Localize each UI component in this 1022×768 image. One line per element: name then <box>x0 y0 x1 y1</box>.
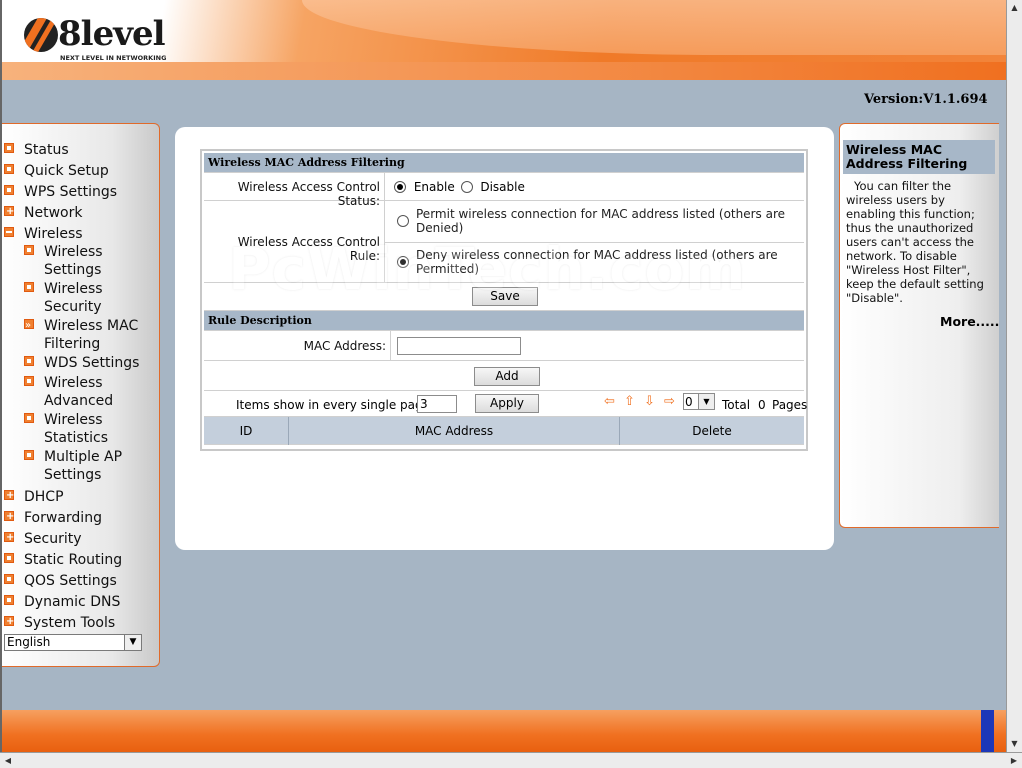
page-select[interactable]: 0 ▼ <box>683 393 715 410</box>
chevron-down-icon: ▼ <box>698 394 714 409</box>
status-radio-group: Enable Disable <box>394 180 525 194</box>
logo-tagline: NEXT LEVEL IN NETWORKING <box>60 54 167 62</box>
main-panel: Wireless MAC Address Filtering Wireless … <box>175 127 834 550</box>
save-button[interactable]: Save <box>472 287 538 306</box>
mac-label: MAC Address: <box>303 339 386 353</box>
last-page-icon[interactable]: ⇨ <box>662 394 677 409</box>
square-bullet-icon <box>24 356 34 366</box>
firmware-version: Version:V1.1.694 <box>864 92 988 107</box>
rule-section-title: Rule Description <box>204 311 804 331</box>
table-header: ID MAC Address Delete <box>204 417 804 445</box>
square-bullet-icon <box>4 185 14 195</box>
disable-label: Disable <box>480 180 525 194</box>
first-page-icon[interactable]: ⇦ <box>602 394 617 409</box>
header-wave <box>302 0 1006 55</box>
logo-ball-icon <box>24 18 58 52</box>
page-select-value: 0 <box>685 395 693 409</box>
mac-filter-form: Wireless MAC Address Filtering Wireless … <box>200 149 808 451</box>
col-mac-address: MAC Address <box>414 424 494 438</box>
status-enable-radio[interactable] <box>394 181 406 193</box>
save-row: Save <box>204 283 804 311</box>
status-row: Wireless Access Control Status: Enable D… <box>204 173 804 208</box>
sidebar-nav: Status Quick Setup WPS Settings Network … <box>2 123 160 667</box>
apply-button[interactable]: Apply <box>475 394 539 413</box>
vertical-scrollbar[interactable]: ▲ ▼ <box>1006 0 1022 752</box>
mac-address-input[interactable] <box>397 337 521 355</box>
col-delete: Delete <box>692 424 732 438</box>
help-title: Wireless MAC Address Filtering <box>843 140 995 174</box>
pagination-row: Items show in every single page 3 Apply … <box>204 391 808 417</box>
square-bullet-icon <box>4 553 14 563</box>
items-per-page-label: Items show in every single page <box>236 398 430 412</box>
help-panel: Wireless MAC Address Filtering You can f… <box>839 123 999 528</box>
header-band <box>2 62 1006 80</box>
enable-label: Enable <box>413 180 455 194</box>
square-bullet-icon <box>24 413 34 423</box>
collapse-minus-icon <box>4 227 14 237</box>
pages-label: Pages <box>772 398 808 412</box>
square-bullet-icon <box>4 574 14 584</box>
language-value: English <box>7 635 51 649</box>
add-button[interactable]: Add <box>474 367 540 386</box>
square-bullet-icon <box>24 450 34 460</box>
expand-plus-icon <box>4 508 14 526</box>
help-body: You can filter the wireless users by ena… <box>846 179 984 305</box>
items-per-page-input[interactable]: 3 <box>417 395 457 413</box>
language-select[interactable]: English ▼ <box>4 634 142 651</box>
header-banner: 8level NEXT LEVEL IN NETWORKING <box>2 0 1006 80</box>
expand-plus-icon <box>4 487 14 505</box>
status-disable-radio[interactable] <box>460 181 473 193</box>
expand-plus-icon <box>4 613 14 631</box>
total-label: Total <box>722 398 751 412</box>
scroll-right-icon[interactable]: ▶ <box>1006 753 1022 768</box>
prev-page-icon[interactable]: ⇧ <box>622 394 637 409</box>
expand-plus-icon <box>4 529 14 547</box>
square-bullet-icon <box>4 595 14 605</box>
rule-label: Wireless Access Control Rule: <box>237 235 380 263</box>
section-title: Wireless MAC Address Filtering <box>204 153 804 173</box>
rule-row: Wireless Access Control Rule: Permit wir… <box>204 201 804 283</box>
scroll-left-icon[interactable]: ◀ <box>0 753 16 768</box>
square-bullet-icon <box>24 245 34 255</box>
chevron-down-icon: ▼ <box>124 635 141 650</box>
square-bullet-icon <box>24 282 34 292</box>
horizontal-scrollbar[interactable]: ◀ ▶ <box>0 752 1022 768</box>
help-more-link[interactable]: More..... <box>940 314 999 329</box>
arrow-bullet-icon <box>24 317 34 335</box>
total-value: 0 <box>758 398 766 412</box>
rule-deny-radio[interactable] <box>397 256 409 268</box>
square-bullet-icon <box>4 164 14 174</box>
logo-word: 8level <box>58 14 166 54</box>
permit-text: Permit wireless connection for MAC addre… <box>416 207 786 235</box>
add-row: Add <box>204 361 804 391</box>
mac-row: MAC Address: <box>204 331 804 361</box>
scroll-down-icon[interactable]: ▼ <box>1007 736 1022 752</box>
expand-plus-icon <box>4 203 14 221</box>
square-bullet-icon <box>4 143 14 153</box>
next-page-icon[interactable]: ⇩ <box>642 394 657 409</box>
footer-accent <box>981 710 994 752</box>
deny-text: Deny wireless connection for MAC address… <box>416 248 778 276</box>
square-bullet-icon <box>24 376 34 386</box>
col-id: ID <box>239 424 253 438</box>
scroll-up-icon[interactable]: ▲ <box>1007 0 1022 16</box>
brand-logo[interactable]: 8level NEXT LEVEL IN NETWORKING <box>24 14 174 64</box>
footer-banner <box>2 710 1006 752</box>
rule-permit-radio[interactable] <box>397 215 409 227</box>
